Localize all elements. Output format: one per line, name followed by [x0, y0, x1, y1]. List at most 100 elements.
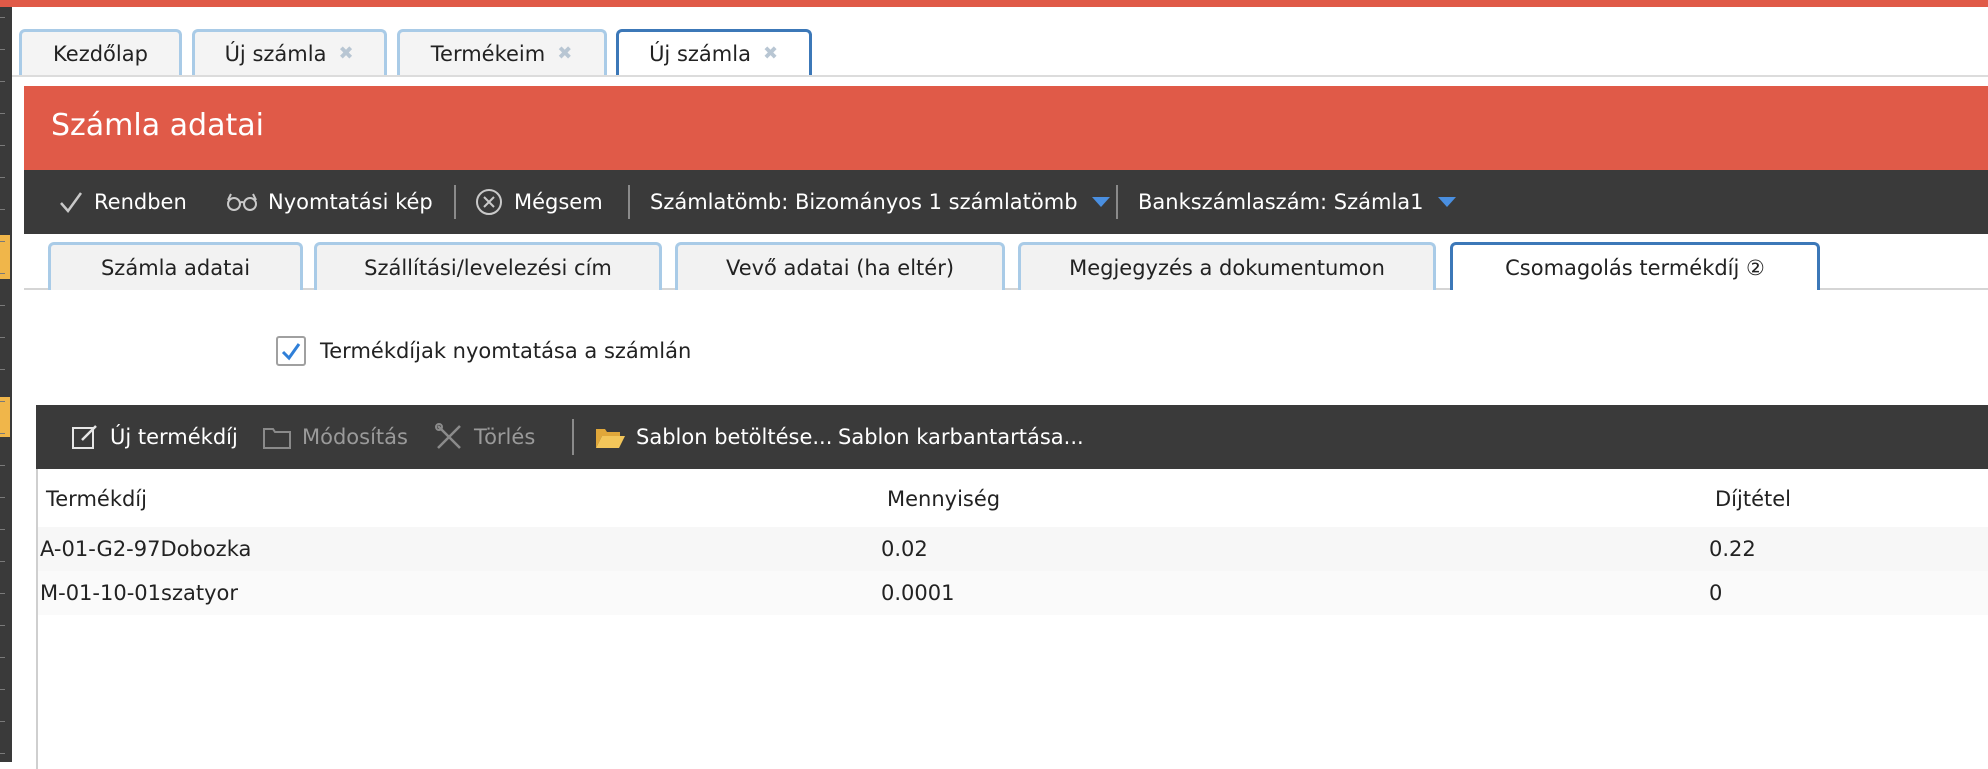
edge-tick — [0, 689, 5, 690]
delete-label: Törlés — [474, 425, 536, 449]
edge-tick — [0, 113, 5, 114]
toolbar-divider — [572, 419, 574, 455]
close-icon[interactable]: ✖ — [338, 44, 354, 62]
delete-button[interactable]: Törlés — [434, 405, 535, 469]
top-accent-strip — [0, 0, 1988, 7]
panel-header: Számla adatai — [24, 86, 1988, 170]
print-preview-button[interactable]: Nyomtatási kép — [226, 170, 433, 234]
tab-label: Termékeim — [430, 41, 546, 66]
tab-document-note[interactable]: Megjegyzés a dokumentumon — [1018, 242, 1436, 290]
tab-label: Szállítási/levelezési cím — [364, 255, 612, 280]
close-icon[interactable]: ✖ — [557, 44, 573, 62]
close-icon[interactable]: ✖ — [763, 44, 779, 62]
cell-fee: M-01-10-01szatyor — [40, 581, 238, 605]
tools-icon — [435, 423, 461, 449]
tab-new-invoice-1[interactable]: Új számla ✖ — [192, 29, 387, 75]
print-fees-checkbox[interactable] — [276, 336, 306, 366]
edge-tick — [0, 721, 5, 722]
tab-label: Kezdőlap — [53, 41, 148, 66]
checkmark-icon — [60, 192, 83, 214]
invoice-section-tabs: Számla adatai Szállítási/levelezési cím … — [24, 234, 1988, 290]
table-header: Termékdíj Mennyiség Díjtétel — [38, 469, 1988, 527]
chevron-down-icon — [1437, 197, 1456, 207]
edge-tick — [0, 49, 5, 50]
tab-label: Számla adatai — [100, 255, 251, 280]
edge-tick — [0, 241, 5, 242]
load-template-button[interactable]: Sablon betöltése... — [594, 405, 832, 469]
edge-tick — [0, 177, 5, 178]
toolbar-divider — [454, 185, 456, 219]
tab-customer-data[interactable]: Vevő adatai (ha eltér) — [675, 242, 1005, 290]
cell-quantity: 0.0001 — [881, 581, 955, 605]
cancel-circle-icon — [476, 189, 502, 215]
edge-tick — [0, 273, 5, 274]
edge-tick — [0, 401, 5, 402]
ok-button[interactable]: Rendben — [58, 170, 187, 234]
bank-account-label: Bankszámlaszám: Számla1 — [1138, 190, 1424, 214]
new-fee-button[interactable]: Új termékdíj — [70, 405, 238, 469]
new-edit-icon — [72, 425, 97, 449]
edge-tick — [0, 529, 5, 530]
edge-tick — [0, 369, 5, 370]
bank-account-dropdown[interactable]: Bankszámlaszám: Számla1 — [1138, 170, 1456, 234]
edge-tick — [0, 145, 5, 146]
print-fees-option: Termékdíjak nyomtatása a számlán — [276, 336, 691, 366]
column-header-fee[interactable]: Termékdíj — [46, 487, 147, 511]
load-template-label: Sablon betöltése... — [636, 425, 833, 449]
tab-invoice-data[interactable]: Számla adatai — [48, 242, 303, 290]
column-header-quantity[interactable]: Mennyiség — [887, 487, 1000, 511]
glasses-icon — [227, 193, 257, 211]
edge-tick — [0, 561, 5, 562]
tab-home[interactable]: Kezdőlap — [19, 29, 182, 75]
tab-label: Csomagolás termékdíj ② — [1505, 255, 1765, 280]
new-fee-label: Új termékdíj — [110, 425, 238, 449]
chevron-down-icon — [1091, 197, 1110, 207]
table-row[interactable]: A-01-G2-97Dobozka 0.02 0.22 — [38, 527, 1988, 571]
tab-new-invoice-2[interactable]: Új számla ✖ — [616, 29, 812, 75]
checkmark-icon — [281, 343, 301, 361]
manage-template-label: Sablon karbantartása... — [838, 425, 1084, 449]
fee-grid-toolbar: Új termékdíj Módosítás Törlés Sablon bet… — [36, 405, 1988, 469]
invoice-block-dropdown[interactable]: Számlatömb: Bizományos 1 számlatömb — [650, 170, 1110, 234]
tab-label: Új számla — [224, 41, 327, 66]
cell-quantity: 0.02 — [881, 537, 928, 561]
cancel-button[interactable]: Mégsem — [474, 170, 603, 234]
edit-button[interactable]: Módosítás — [262, 405, 408, 469]
column-header-rate[interactable]: Díjtétel — [1715, 487, 1791, 511]
manage-template-button[interactable]: Sablon karbantartása... — [838, 405, 1084, 469]
tab-shipping-address[interactable]: Szállítási/levelezési cím — [314, 242, 662, 290]
edge-tick — [0, 465, 5, 466]
edge-tick — [0, 305, 5, 306]
edit-label: Módosítás — [302, 425, 408, 449]
toolbar-divider — [1116, 185, 1118, 219]
tab-label: Megjegyzés a dokumentumon — [1069, 255, 1385, 280]
folder-icon — [263, 428, 291, 449]
invoice-toolbar: Rendben Nyomtatási kép Mégsem Számlatömb… — [24, 170, 1988, 234]
invoice-block-label: Számlatömb: Bizományos 1 számlatömb — [650, 190, 1078, 214]
cell-fee: A-01-G2-97Dobozka — [40, 537, 252, 561]
edge-tick — [0, 657, 5, 658]
print-fees-label: Termékdíjak nyomtatása a számlán — [320, 339, 692, 363]
main-window: Kezdőlap Új számla ✖ Termékeim ✖ Új szám… — [12, 7, 1988, 769]
left-sidebar-edge — [0, 7, 12, 762]
edge-tick — [0, 209, 5, 210]
edge-tick — [0, 337, 5, 338]
edge-tick — [0, 433, 5, 434]
table-row[interactable]: M-01-10-01szatyor 0.0001 0 — [38, 571, 1988, 615]
edge-tick — [0, 17, 5, 18]
cancel-label: Mégsem — [514, 190, 603, 214]
cell-rate: 0.22 — [1709, 537, 1756, 561]
edge-tick — [0, 497, 5, 498]
open-folder-icon — [596, 429, 625, 448]
tab-products[interactable]: Termékeim ✖ — [397, 29, 607, 75]
print-preview-label: Nyomtatási kép — [268, 190, 433, 214]
ok-label: Rendben — [94, 190, 187, 214]
tab-label: Vevő adatai (ha eltér) — [725, 255, 955, 280]
tab-packaging-fee[interactable]: Csomagolás termékdíj ② — [1450, 242, 1820, 290]
cell-rate: 0 — [1709, 581, 1723, 605]
toolbar-divider — [628, 185, 630, 219]
edge-tick — [0, 593, 5, 594]
document-tab-bar: Kezdőlap Új számla ✖ Termékeim ✖ Új szám… — [12, 7, 1988, 77]
edge-tick — [0, 753, 5, 754]
edge-tick — [0, 625, 5, 626]
